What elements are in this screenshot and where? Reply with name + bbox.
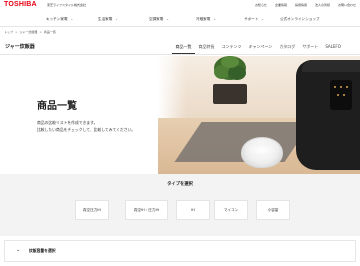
tab-support[interactable]: サポート	[299, 40, 322, 54]
util-link-company[interactable]: 企業情報	[275, 3, 287, 7]
breadcrumb-separator: >	[15, 30, 18, 34]
category-subheader: ジャー炊飯器 商品一覧 商品特長 コンテンツ キャンペーン カタログ サポート …	[0, 40, 360, 55]
type-filter-heading: タイプを選択	[167, 182, 193, 187]
top-header: TOSHIBA 東芝ライフスタイル株式会社 お知らせ 企業情報 採用情報 法人の…	[0, 0, 360, 8]
nav-item-label: 公式オンラインショップ	[280, 17, 320, 21]
util-link-contact[interactable]: お問い合わせ	[338, 3, 356, 7]
chevron-down-icon: ⌄	[16, 247, 21, 253]
hero-image-rice	[249, 143, 275, 157]
nav-item-refrigerator[interactable]: 冷蔵家電 ⌄	[196, 15, 216, 24]
capacity-accordion[interactable]: ⌄ 炊飯容量を選択	[4, 240, 356, 262]
utility-links: お知らせ 企業情報 採用情報 法人の皆様 お問い合わせ	[255, 3, 356, 7]
toshiba-logo[interactable]: TOSHIBA	[4, 1, 37, 8]
nav-item-aircon[interactable]: 空調家電 ⌄	[149, 15, 169, 24]
nav-item-label: 冷蔵家電	[196, 17, 211, 21]
category-subnav: 商品一覧 商品特長 コンテンツ キャンペーン カタログ サポート SALEFO	[172, 40, 344, 54]
capacity-accordion-label: 炊飯容量を選択	[29, 248, 56, 253]
util-link-recruit[interactable]: 採用情報	[295, 3, 307, 7]
tab-product-list[interactable]: 商品一覧	[172, 40, 195, 54]
type-button-microcomputer[interactable]: マイコン	[214, 200, 248, 220]
type-button-vacuum-ih-pressure-ih[interactable]: 真空IH・圧力IH	[125, 200, 168, 220]
nav-item-label: サポート	[244, 17, 259, 21]
chevron-down-icon: ⌄	[213, 17, 216, 21]
tab-campaign[interactable]: キャンペーン	[245, 40, 276, 54]
breadcrumb-home[interactable]: トップ	[4, 30, 13, 34]
page-title: 商品一覧	[37, 101, 77, 112]
hero-image-rice-cooker	[296, 60, 360, 170]
chevron-down-icon: ⌄	[261, 17, 264, 21]
nav-item-kitchen[interactable]: キッチン家電 ⌄	[46, 15, 73, 24]
util-link-business[interactable]: 法人の皆様	[315, 3, 330, 7]
section-title[interactable]: ジャー炊飯器	[5, 43, 35, 50]
hero-image-cooker-panel	[330, 80, 352, 110]
hero-description-line: 比較したい商品をチェックして、比較してみてください。	[37, 127, 136, 132]
type-button-vacuum-pressure-ih[interactable]: 真空圧力IH	[75, 200, 109, 220]
chevron-down-icon: ⌄	[70, 17, 74, 21]
breadcrumb: トップ > ジャー炊飯器 > 商品一覧	[4, 30, 56, 34]
tab-salefo[interactable]: SALEFO	[322, 40, 345, 54]
hero-image-cooker-lid	[302, 60, 360, 72]
nav-item-label: 空調家電	[149, 17, 164, 21]
breadcrumb-current: 商品一覧	[43, 30, 56, 34]
util-link-news[interactable]: お知らせ	[255, 3, 267, 7]
tab-contents[interactable]: コンテンツ	[218, 40, 245, 54]
nav-item-online-shop[interactable]: 公式オンラインショップ	[280, 15, 320, 24]
tab-features[interactable]: 商品特長	[195, 40, 218, 54]
chevron-down-icon: ⌄	[115, 17, 118, 21]
type-button-small-capacity[interactable]: 小容量	[256, 200, 290, 220]
nav-item-label: 生活家電	[98, 17, 113, 21]
type-button-ih[interactable]: IH	[176, 200, 210, 220]
nav-item-living[interactable]: 生活家電 ⌄	[98, 15, 118, 24]
nav-item-label: キッチン家電	[46, 17, 68, 21]
nav-divider	[0, 26, 360, 27]
tab-catalog[interactable]: カタログ	[276, 40, 299, 54]
breadcrumb-separator: >	[39, 30, 42, 34]
hero-image-plant	[214, 56, 246, 80]
hero-image-pot	[213, 84, 247, 104]
nav-item-support[interactable]: サポート ⌄	[244, 15, 264, 24]
chevron-down-icon: ⌄	[166, 17, 169, 21]
hero-description-line: 商品の比較リストを作成できます。	[37, 120, 98, 125]
breadcrumb-category[interactable]: ジャー炊飯器	[20, 30, 38, 34]
hero-description: 商品の比較リストを作成できます。 比較したい商品をチェックして、比較してみてくだ…	[37, 119, 135, 133]
company-name: 東芝ライフスタイル株式会社	[47, 2, 87, 7]
